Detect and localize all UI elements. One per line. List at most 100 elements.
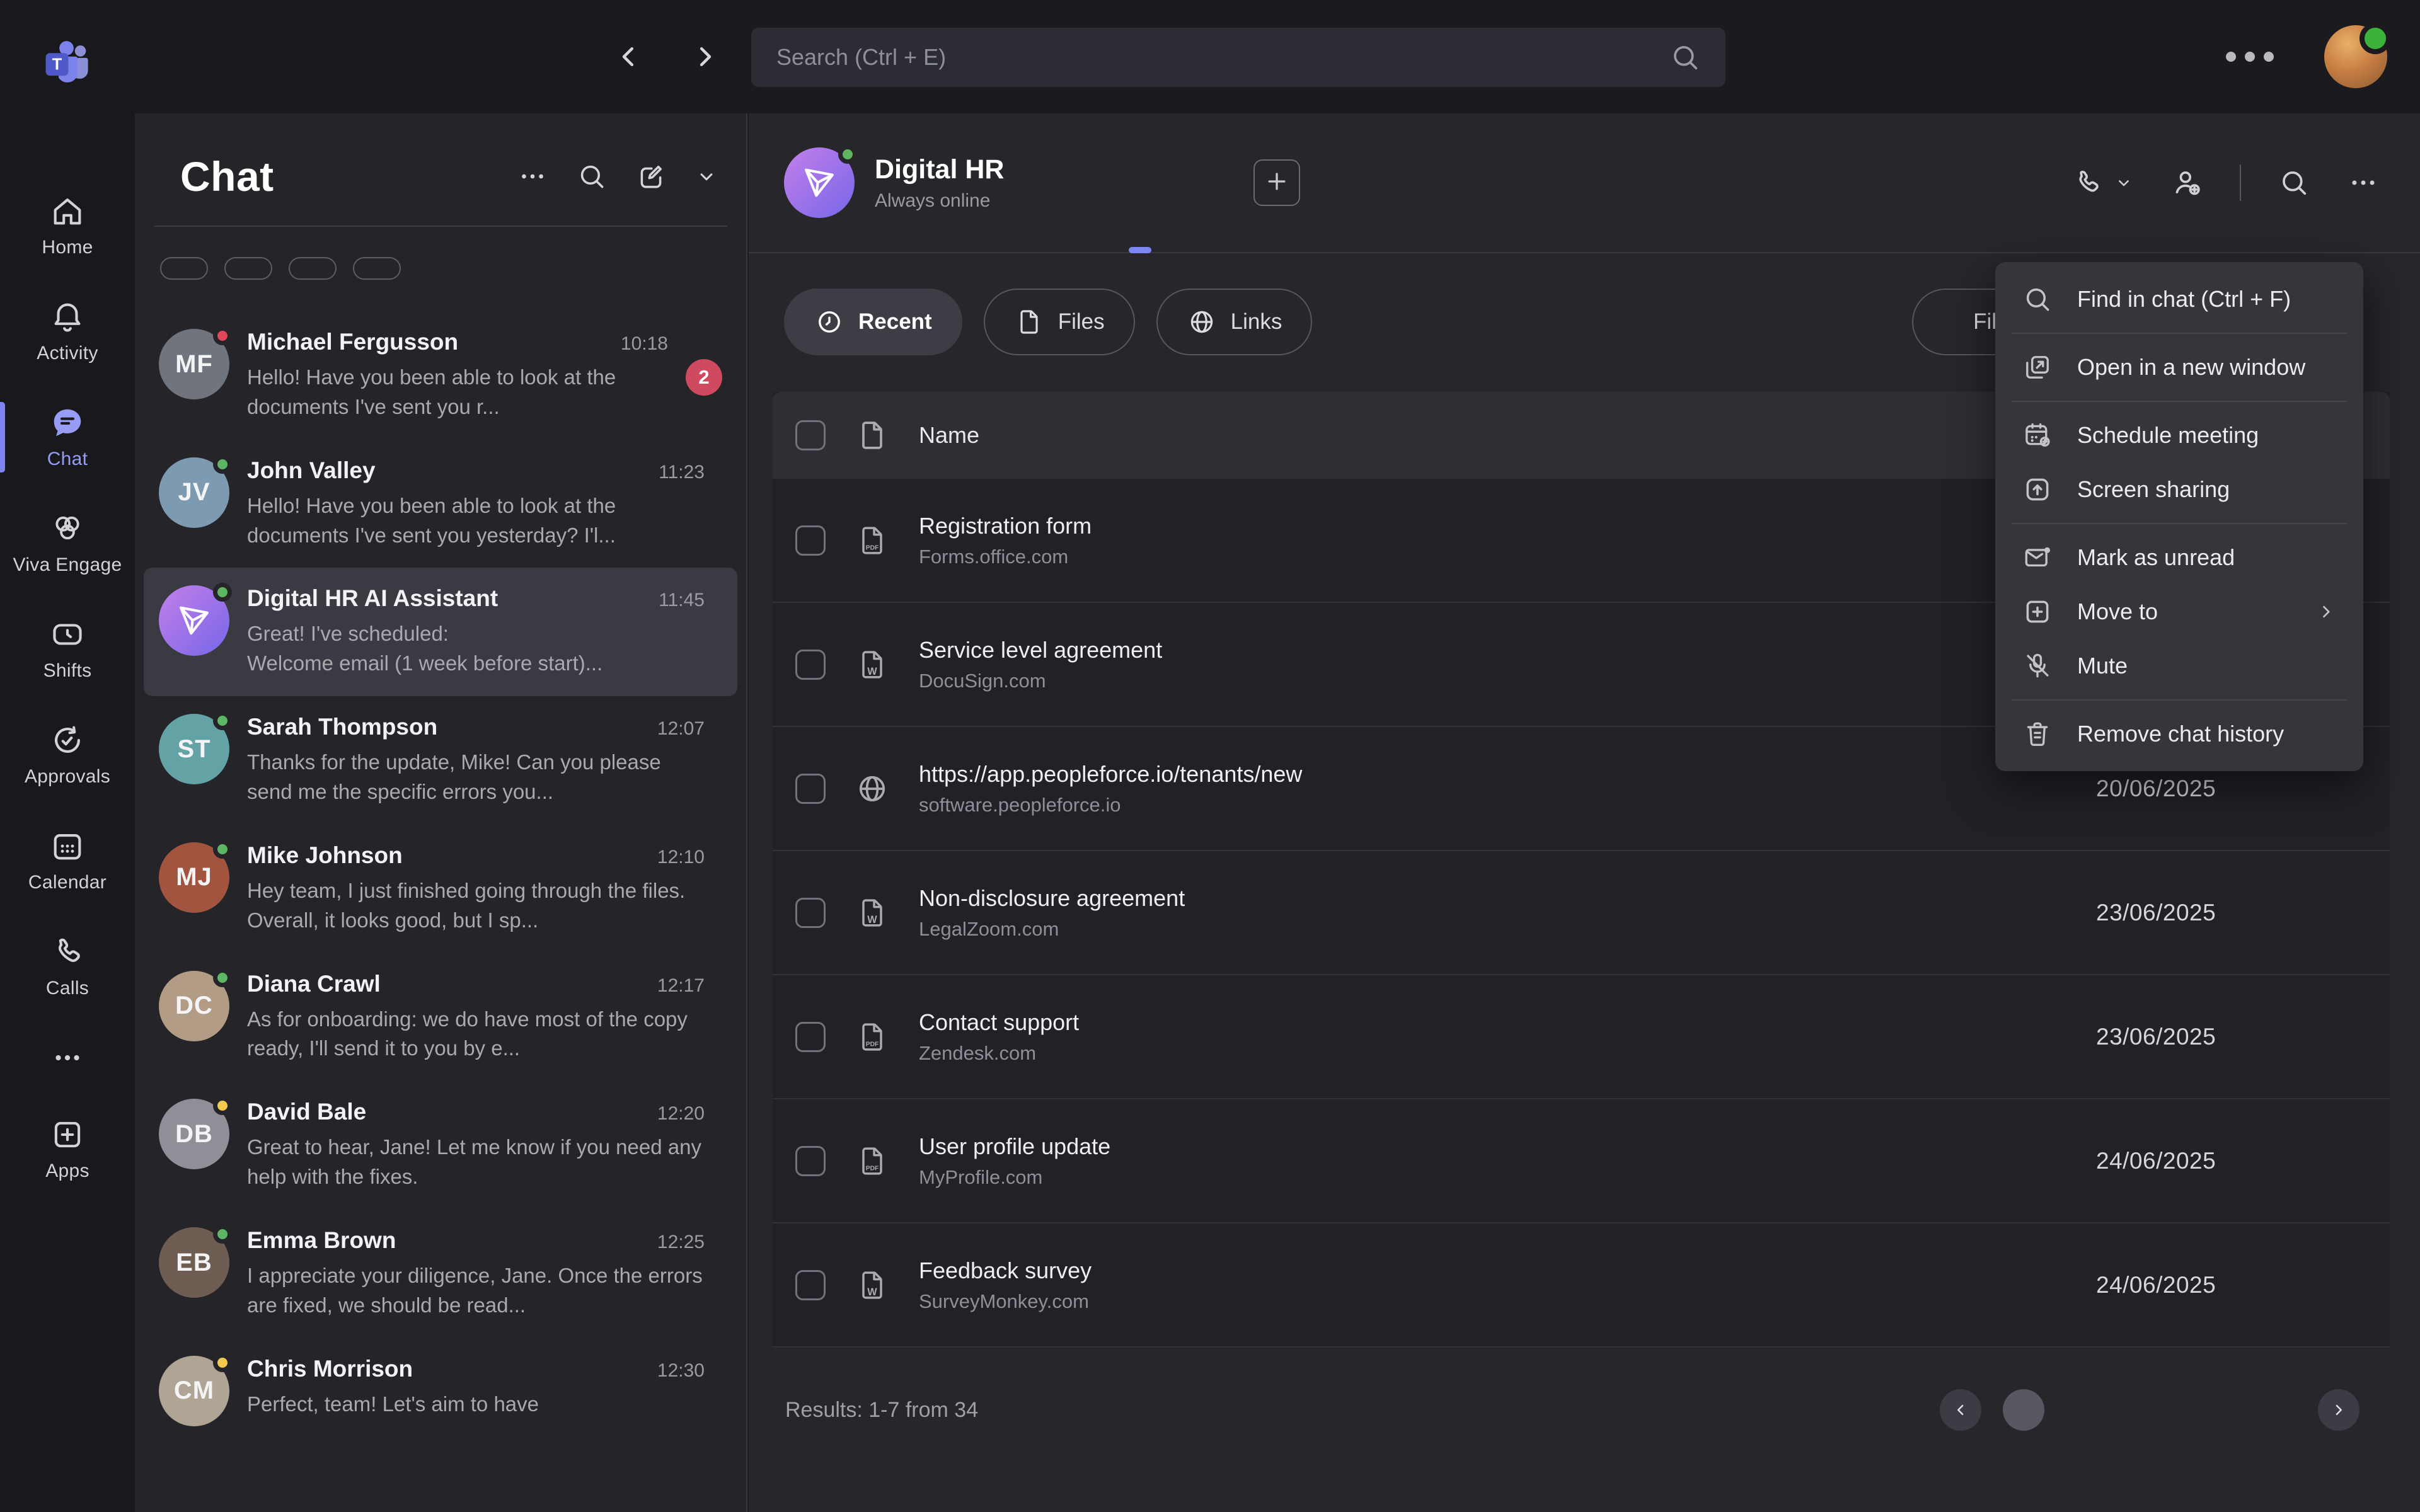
row-checkbox[interactable] (795, 1146, 826, 1176)
more-options-icon[interactable] (2347, 166, 2380, 199)
shared-filter-pill[interactable]: Links (1156, 289, 1313, 355)
search-input[interactable] (775, 43, 1669, 71)
menu-item-icon (2022, 352, 2053, 383)
file-info: Contact support Zendesk.com (919, 1009, 2067, 1065)
file-date: 20/06/2025 (2096, 776, 2367, 802)
conversation-item[interactable]: EB Emma Brown 12:25 I appreciate your di… (144, 1210, 737, 1338)
rail-item[interactable]: Activity (0, 291, 135, 372)
rail-item-icon (49, 510, 86, 547)
rail-item[interactable]: Calls (0, 926, 135, 1007)
file-source: software.peopleforce.io (919, 794, 2067, 816)
find-in-chat-icon[interactable] (2278, 166, 2310, 199)
chat-more-icon[interactable] (517, 161, 548, 192)
presence-dot (213, 1225, 232, 1244)
conversation-item[interactable]: ST Sarah Thompson 12:07 Thanks for the u… (144, 696, 737, 825)
svg-text:PDF: PDF (866, 1041, 879, 1048)
filter-pill-label: Files (1058, 309, 1105, 335)
rail-item[interactable] (0, 1032, 135, 1084)
row-checkbox[interactable] (795, 1022, 826, 1052)
page-number[interactable] (2003, 1389, 2044, 1431)
context-menu-item[interactable]: Open in a new window (1995, 340, 2363, 394)
rail-item[interactable]: Apps (0, 1109, 135, 1189)
conversation-body: Sarah Thompson 12:07 Thanks for the upda… (247, 714, 705, 807)
presence-dot (213, 1096, 232, 1115)
forward-button[interactable] (688, 39, 723, 74)
shared-filter-pill[interactable]: Files (984, 289, 1135, 355)
conversation-item[interactable]: MJ Mike Johnson 12:10 Hey team, I just f… (144, 825, 737, 953)
context-menu-item[interactable]: Move to (1995, 585, 2363, 639)
rail-item-icon (49, 616, 86, 653)
svg-text:W: W (867, 1286, 877, 1297)
user-avatar[interactable] (2324, 25, 2387, 88)
rail-item[interactable]: Viva Engage (0, 503, 135, 583)
new-chat-icon[interactable] (635, 161, 667, 192)
shared-filter-pill[interactable]: Recent (784, 289, 962, 355)
filter-pill-icon (814, 307, 844, 337)
row-checkbox[interactable] (795, 898, 826, 928)
conversation-name: Emma Brown (247, 1227, 396, 1254)
back-button[interactable] (611, 39, 646, 74)
call-button[interactable] (2071, 166, 2134, 199)
svg-text:PDF: PDF (866, 1165, 879, 1172)
file-type-icon: W (855, 893, 890, 932)
rail-item[interactable]: Shifts (0, 609, 135, 689)
top-bar (135, 0, 2420, 113)
add-people-icon[interactable] (2170, 166, 2203, 199)
menu-item-label: Move to (2077, 598, 2158, 625)
rail-item-icon (49, 1116, 86, 1153)
add-tab-button[interactable] (1253, 159, 1300, 206)
conversation-item[interactable]: DC Diana Crawl 12:17 As for onboarding: … (144, 953, 737, 1082)
conversation-time: 12:10 (657, 847, 705, 868)
context-menu-item[interactable]: Schedule meeting (1995, 408, 2363, 462)
file-type-icon: PDF (855, 521, 890, 560)
table-row[interactable]: W Non-disclosure agreement LegalZoom.com… (773, 851, 2390, 975)
row-checkbox[interactable] (795, 650, 826, 680)
global-search[interactable] (751, 28, 1726, 87)
menu-item-icon (2022, 542, 2053, 573)
presence-dot (213, 968, 232, 987)
row-checkbox[interactable] (795, 1270, 826, 1300)
row-checkbox[interactable] (795, 525, 826, 556)
rail-item[interactable]: Calendar (0, 820, 135, 901)
conversation-item[interactable]: Digital HR AI Assistant 11:45 Great! I'v… (144, 568, 737, 696)
chat-filter-pill[interactable] (160, 257, 208, 280)
conversation-item[interactable]: JV John Valley 11:23 Hello! Have you bee… (144, 440, 737, 568)
page-number[interactable] (2192, 1389, 2233, 1431)
rail-item[interactable]: Chat (0, 397, 135, 478)
table-row[interactable]: PDF Contact support Zendesk.com 23/06/20… (773, 975, 2390, 1099)
context-menu-item[interactable]: Remove chat history (1995, 707, 2363, 761)
file-source: Forms.office.com (919, 546, 2067, 568)
page-number[interactable] (2066, 1389, 2107, 1431)
context-menu-item[interactable]: Mute (1995, 639, 2363, 693)
row-checkbox[interactable] (795, 774, 826, 804)
context-menu-item[interactable]: Find in chat (Ctrl + F) (1995, 272, 2363, 326)
page-number[interactable] (2129, 1389, 2170, 1431)
conversation-item[interactable]: CM Chris Morrison 12:30 Perfect, team! L… (144, 1338, 737, 1444)
chat-filter-pill[interactable] (353, 257, 401, 280)
conversation-item[interactable]: DB David Bale 12:20 Great to hear, Jane!… (144, 1081, 737, 1210)
select-all-checkbox[interactable] (795, 420, 826, 450)
table-row[interactable]: W Feedback survey SurveyMonkey.com 24/06… (773, 1223, 2390, 1348)
chevron-down-icon[interactable] (694, 164, 718, 188)
presence-dot (213, 840, 232, 859)
prev-page-button[interactable] (1940, 1389, 1981, 1431)
rail-item-label: Home (42, 237, 93, 258)
conversation-name: Digital HR AI Assistant (247, 585, 498, 612)
chat-filter-pill[interactable] (289, 257, 337, 280)
next-page-button[interactable] (2318, 1389, 2360, 1431)
menu-item-icon (2022, 420, 2053, 451)
conversation-name: Sarah Thompson (247, 714, 437, 740)
rail-item[interactable]: Approvals (0, 714, 135, 795)
table-row[interactable]: PDF User profile update MyProfile.com 24… (773, 1099, 2390, 1223)
context-menu-item[interactable]: Screen sharing (1995, 462, 2363, 517)
page-number[interactable] (2255, 1389, 2296, 1431)
conversation-item[interactable]: MF Michael Fergusson 10:18 Hello! Have y… (144, 311, 737, 440)
rail-item[interactable]: Home (0, 185, 135, 266)
rail-nav: Home Activity Chat Viva Engage Shifts Ap… (0, 185, 135, 1189)
avatar: DB (159, 1099, 229, 1169)
chat-filter-pill[interactable] (224, 257, 272, 280)
chat-search-icon[interactable] (576, 161, 608, 192)
topbar-more-icon[interactable] (2226, 52, 2274, 62)
menu-item-label: Open in a new window (2077, 354, 2305, 381)
context-menu-item[interactable]: Mark as unread (1995, 530, 2363, 585)
